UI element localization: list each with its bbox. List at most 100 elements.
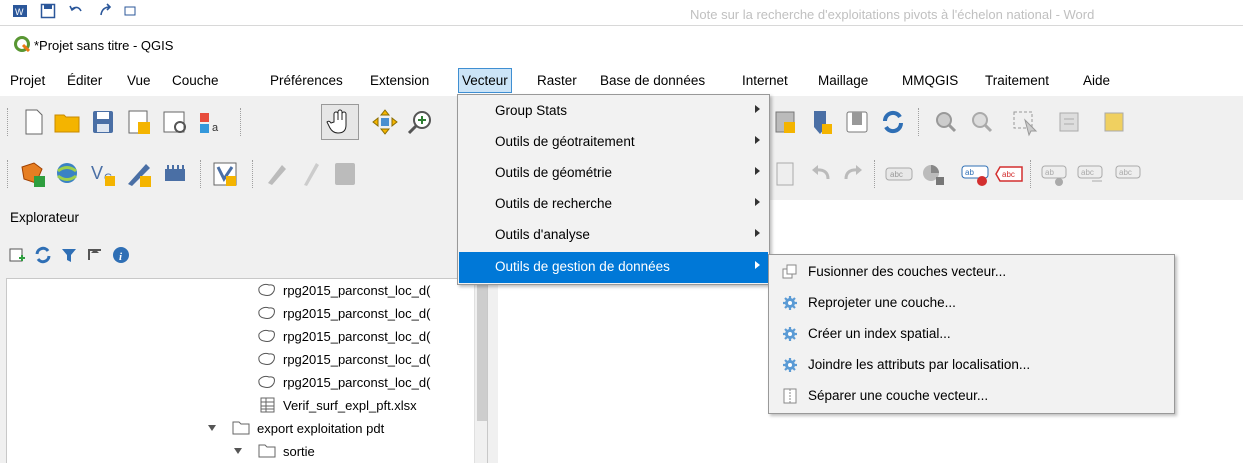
menu-item-joindre-attributs[interactable]: Joindre les attributs par localisation..… xyxy=(770,350,1173,380)
refresh-icon[interactable] xyxy=(878,107,908,137)
rotate-label-icon[interactable]: abc xyxy=(1112,159,1142,189)
add-selected-layers-icon[interactable] xyxy=(8,246,26,264)
add-virtual-layer-icon[interactable] xyxy=(210,159,240,189)
toolbar-grip[interactable] xyxy=(7,108,10,136)
tree-item[interactable]: rpg2015_parconst_loc_d( xyxy=(257,302,430,324)
menu-item-geotraitement[interactable]: Outils de géotraitement xyxy=(459,127,768,158)
scrollbar-thumb[interactable] xyxy=(477,281,487,421)
zoom-in-icon[interactable] xyxy=(406,107,436,137)
gear-icon xyxy=(783,296,797,310)
tree-item[interactable]: sortie xyxy=(233,440,315,462)
pan-to-selection-icon[interactable] xyxy=(370,107,400,137)
move-label-icon[interactable]: abc xyxy=(1076,159,1106,189)
tree-item[interactable]: rpg2015_parconst_loc_d( xyxy=(257,325,430,347)
label-tool-icon[interactable]: abc xyxy=(884,159,914,189)
pin-unpin-labels-icon[interactable]: abc xyxy=(994,159,1024,189)
menu-preferences[interactable]: Préférences xyxy=(270,73,343,88)
tree-item[interactable]: rpg2015_parconst_loc_d( xyxy=(257,279,430,301)
current-edits-icon[interactable] xyxy=(262,159,292,189)
pan-hand-icon[interactable] xyxy=(325,107,355,137)
highlight-pinned-labels-icon[interactable]: ab xyxy=(960,159,990,189)
menu-item-reprojeter[interactable]: Reprojeter une couche... xyxy=(770,288,1173,318)
attribute-table-icon[interactable] xyxy=(1100,107,1130,137)
filter-icon[interactable] xyxy=(60,246,78,264)
toolbar-grip[interactable] xyxy=(240,108,243,136)
menu-extension[interactable]: Extension xyxy=(370,73,429,88)
new-memory-layer-icon[interactable] xyxy=(842,107,872,137)
tree-item-label: rpg2015_parconst_loc_d( xyxy=(283,374,431,390)
save-icon[interactable] xyxy=(40,3,56,19)
menu-item-label: Fusionner des couches vecteur... xyxy=(808,264,1007,279)
save-project-icon[interactable] xyxy=(88,107,118,137)
menu-projet[interactable]: Projet xyxy=(10,73,45,88)
refresh-icon[interactable] xyxy=(34,246,52,264)
menu-aide[interactable]: Aide xyxy=(1083,73,1110,88)
vecteur-menu: Group Stats Outils de géotraitement Outi… xyxy=(457,94,770,285)
menu-maillage[interactable]: Maillage xyxy=(818,73,868,88)
redo-icon[interactable] xyxy=(98,3,114,19)
menu-item-geometrie[interactable]: Outils de géométrie xyxy=(459,158,768,189)
menu-couche[interactable]: Couche xyxy=(172,73,219,88)
menu-item-fusionner-couches[interactable]: Fusionner des couches vecteur... xyxy=(770,257,1173,287)
menu-base-de-donnees[interactable]: Base de données xyxy=(600,73,705,88)
menu-editer[interactable]: Éditer xyxy=(67,73,102,88)
gear-icon xyxy=(783,358,797,372)
save-edits-icon[interactable] xyxy=(330,159,360,189)
expand-arrow-icon[interactable] xyxy=(207,424,217,432)
identify-features-icon[interactable] xyxy=(930,107,960,137)
undo-icon[interactable] xyxy=(68,3,84,19)
new-project-icon[interactable] xyxy=(18,107,48,137)
menu-item-gestion-donnees[interactable]: Outils de gestion de données xyxy=(459,252,768,283)
toolbar-grip[interactable] xyxy=(200,160,203,188)
undo-edit-icon[interactable] xyxy=(806,159,836,189)
layer-diagram-icon[interactable] xyxy=(918,159,948,189)
toolbar-grip[interactable] xyxy=(874,160,877,188)
tree-item[interactable]: rpg2015_parconst_loc_d( xyxy=(257,348,430,370)
tree-item[interactable]: Verif_surf_expl_pft.xlsx xyxy=(257,394,417,416)
toolbar-grip[interactable] xyxy=(7,160,10,188)
tree-item[interactable]: export exploitation pdt xyxy=(207,417,384,439)
add-delimited-text-layer-icon[interactable]: VC xyxy=(88,159,118,189)
new-print-layout-icon[interactable] xyxy=(124,107,154,137)
toolbar-grip[interactable] xyxy=(918,108,921,136)
expand-arrow-icon[interactable] xyxy=(233,447,243,455)
add-vector-layer-icon[interactable] xyxy=(18,159,48,189)
new-geopackage-layer-icon[interactable] xyxy=(770,107,800,137)
style-manager-icon[interactable]: a xyxy=(196,107,226,137)
show-hide-labels-icon[interactable]: ab xyxy=(1040,159,1070,189)
menu-item-index-spatial[interactable]: Créer un index spatial... xyxy=(770,319,1173,349)
toolbar-grip[interactable] xyxy=(1030,160,1033,188)
menu-item-recherche[interactable]: Outils de recherche xyxy=(459,189,768,220)
menu-item-group-stats[interactable]: Group Stats xyxy=(459,96,768,127)
collapse-all-icon[interactable] xyxy=(86,246,104,264)
menu-mmqgis[interactable]: MMQGIS xyxy=(902,73,958,88)
tree-item[interactable]: rpg2015_parconst_loc_d( xyxy=(257,371,430,393)
info-icon[interactable]: i xyxy=(112,246,130,264)
menu-vecteur[interactable]: Vecteur xyxy=(458,68,512,93)
select-features-icon[interactable] xyxy=(1010,107,1040,137)
new-shapefile-layer-icon[interactable] xyxy=(806,107,836,137)
new-scratch-layer-icon[interactable] xyxy=(124,159,154,189)
explorer-tree[interactable]: rpg2015_parconst_loc_d( rpg2015_parconst… xyxy=(6,278,488,463)
redo-edit-icon[interactable] xyxy=(838,159,868,189)
customize-icon[interactable] xyxy=(122,3,138,19)
menu-item-analyse[interactable]: Outils d'analyse xyxy=(459,220,768,251)
action-icon[interactable] xyxy=(966,107,996,137)
title-bar: *Projet sans titre - QGIS xyxy=(0,26,1243,62)
menu-item-label: Joindre les attributs par localisation..… xyxy=(808,357,1031,372)
toolbar-grip[interactable] xyxy=(252,160,255,188)
add-wms-layer-icon[interactable] xyxy=(52,159,82,189)
select-by-value-icon[interactable] xyxy=(1055,107,1085,137)
menu-item-separer-couche[interactable]: Séparer une couche vecteur... xyxy=(770,381,1173,411)
menu-internet[interactable]: Internet xyxy=(742,73,788,88)
toggle-editing-icon[interactable] xyxy=(296,159,326,189)
polygon-layer-icon xyxy=(258,306,275,319)
digitize-icon[interactable] xyxy=(770,159,800,189)
add-spatialite-layer-icon[interactable] xyxy=(160,159,190,189)
open-project-icon[interactable] xyxy=(52,107,82,137)
menu-vue[interactable]: Vue xyxy=(127,73,151,88)
layout-manager-icon[interactable] xyxy=(160,107,190,137)
menu-traitement[interactable]: Traitement xyxy=(985,73,1049,88)
menu-raster[interactable]: Raster xyxy=(537,73,577,88)
vertical-scrollbar[interactable] xyxy=(474,279,487,463)
